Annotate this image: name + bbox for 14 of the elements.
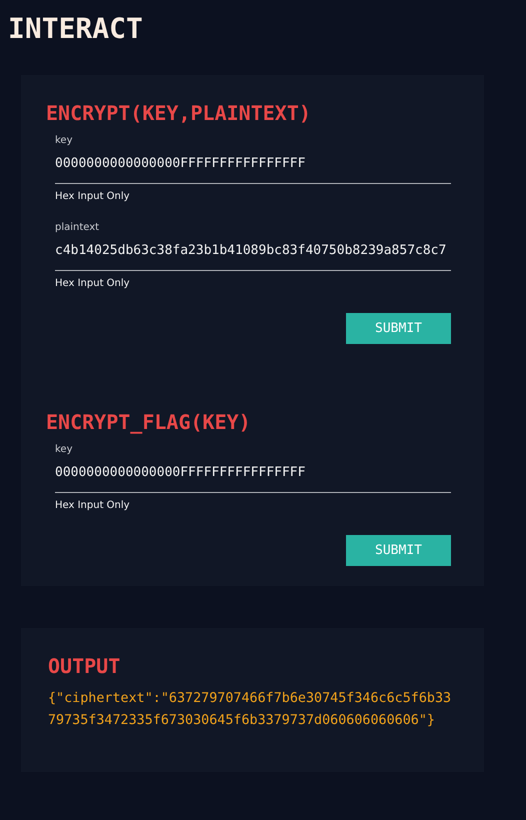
field-hint: Hex Input Only xyxy=(55,500,130,511)
output-text: {"ciphertext":"637279707466f7b6e30745f346c6c5f6b3379735f3472335f673030645f6b3379737d060606060606"} xyxy=(48,690,452,730)
field-label: plaintext xyxy=(55,222,100,233)
field-hint: Hex Input Only xyxy=(55,278,130,289)
page-title: INTERACT xyxy=(8,12,143,45)
input-field[interactable]: c4b14025db63c38fa23b1b41089bc83f40750b8239a857c8c7 xyxy=(55,233,451,271)
input-field[interactable]: 0000000000000000FFFFFFFFFFFFFFFF xyxy=(55,146,451,184)
field-label: key xyxy=(55,444,73,455)
input-field[interactable]: 0000000000000000FFFFFFFFFFFFFFFF xyxy=(55,455,451,493)
field-label: key xyxy=(55,135,73,146)
section-title: ENCRYPT(KEY,PLAINTEXT) xyxy=(46,101,311,125)
section-title: ENCRYPT_FLAG(KEY) xyxy=(46,410,251,434)
field-hint: Hex Input Only xyxy=(55,191,130,202)
section-title: OUTPUT xyxy=(48,654,120,678)
